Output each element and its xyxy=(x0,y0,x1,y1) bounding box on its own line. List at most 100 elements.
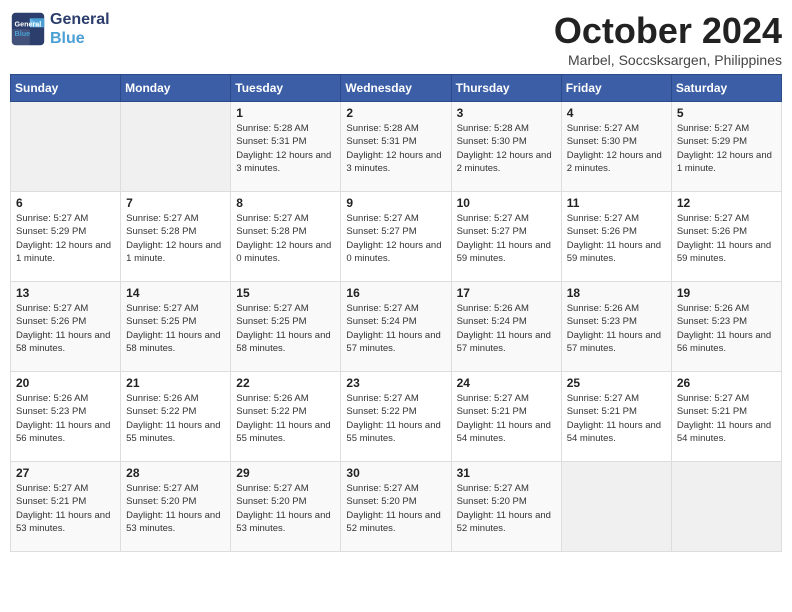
calendar-cell: 18 Sunrise: 5:26 AM Sunset: 5:23 PM Dayli… xyxy=(561,282,671,372)
calendar-cell: 1 Sunrise: 5:28 AM Sunset: 5:31 PM Daylig… xyxy=(231,102,341,192)
weekday-header-monday: Monday xyxy=(121,75,231,102)
calendar-cell xyxy=(671,462,781,552)
day-info: Sunrise: 5:27 AM Sunset: 5:21 PM Dayligh… xyxy=(677,392,776,445)
logo-general: General xyxy=(50,10,110,29)
day-number: 13 xyxy=(16,286,115,300)
day-number: 5 xyxy=(677,106,776,120)
day-info: Sunrise: 5:27 AM Sunset: 5:28 PM Dayligh… xyxy=(126,212,225,265)
calendar-week-2: 6 Sunrise: 5:27 AM Sunset: 5:29 PM Daylig… xyxy=(11,192,782,282)
calendar-cell: 25 Sunrise: 5:27 AM Sunset: 5:21 PM Dayli… xyxy=(561,372,671,462)
day-number: 24 xyxy=(457,376,556,390)
day-number: 22 xyxy=(236,376,335,390)
day-number: 17 xyxy=(457,286,556,300)
calendar-cell: 16Sunrise: 5:27 AM Sunset: 5:24 PM Dayli… xyxy=(341,282,451,372)
day-number: 4 xyxy=(567,106,666,120)
weekday-header-thursday: Thursday xyxy=(451,75,561,102)
calendar-cell: 6 Sunrise: 5:27 AM Sunset: 5:29 PM Daylig… xyxy=(11,192,121,282)
day-info: Sunrise: 5:27 AM Sunset: 5:26 PM Dayligh… xyxy=(677,212,776,265)
day-number: 31 xyxy=(457,466,556,480)
calendar-cell: 4 Sunrise: 5:27 AM Sunset: 5:30 PM Daylig… xyxy=(561,102,671,192)
day-number: 1 xyxy=(236,106,335,120)
day-number: 14 xyxy=(126,286,225,300)
calendar-table: SundayMondayTuesdayWednesdayThursdayFrid… xyxy=(10,74,782,552)
day-info: Sunrise: 5:26 AM Sunset: 5:23 PM Dayligh… xyxy=(567,302,666,355)
calendar-week-5: 27 Sunrise: 5:27 AM Sunset: 5:21 PM Dayli… xyxy=(11,462,782,552)
day-info: Sunrise: 5:27 AM Sunset: 5:20 PM Dayligh… xyxy=(236,482,335,535)
calendar-cell: 31 Sunrise: 5:27 AM Sunset: 5:20 PM Dayli… xyxy=(451,462,561,552)
calendar-week-4: 20 Sunrise: 5:26 AM Sunset: 5:23 PM Dayli… xyxy=(11,372,782,462)
calendar-cell: 20 Sunrise: 5:26 AM Sunset: 5:23 PM Dayli… xyxy=(11,372,121,462)
day-info: Sunrise: 5:27 AM Sunset: 5:28 PM Dayligh… xyxy=(236,212,335,265)
calendar-week-1: 1 Sunrise: 5:28 AM Sunset: 5:31 PM Daylig… xyxy=(11,102,782,192)
day-number: 28 xyxy=(126,466,225,480)
calendar-cell: 17 Sunrise: 5:26 AM Sunset: 5:24 PM Dayli… xyxy=(451,282,561,372)
day-number: 15 xyxy=(236,286,335,300)
calendar-cell: 23Sunrise: 5:27 AM Sunset: 5:22 PM Dayli… xyxy=(341,372,451,462)
calendar-cell: 12 Sunrise: 5:27 AM Sunset: 5:26 PM Dayli… xyxy=(671,192,781,282)
day-info: Sunrise: 5:28 AM Sunset: 5:31 PM Dayligh… xyxy=(236,122,335,175)
day-info: Sunrise: 5:26 AM Sunset: 5:23 PM Dayligh… xyxy=(677,302,776,355)
calendar-cell xyxy=(11,102,121,192)
calendar-cell: 27 Sunrise: 5:27 AM Sunset: 5:21 PM Dayli… xyxy=(11,462,121,552)
weekday-header-wednesday: Wednesday xyxy=(341,75,451,102)
calendar-cell: 19 Sunrise: 5:26 AM Sunset: 5:23 PM Dayli… xyxy=(671,282,781,372)
calendar-cell xyxy=(121,102,231,192)
calendar-cell: 24 Sunrise: 5:27 AM Sunset: 5:21 PM Dayli… xyxy=(451,372,561,462)
day-number: 23 xyxy=(346,376,445,390)
calendar-cell: 21 Sunrise: 5:26 AM Sunset: 5:22 PM Dayli… xyxy=(121,372,231,462)
calendar-cell: 30Sunrise: 5:27 AM Sunset: 5:20 PM Dayli… xyxy=(341,462,451,552)
day-info: Sunrise: 5:26 AM Sunset: 5:24 PM Dayligh… xyxy=(457,302,556,355)
day-number: 21 xyxy=(126,376,225,390)
day-number: 18 xyxy=(567,286,666,300)
day-number: 20 xyxy=(16,376,115,390)
day-number: 11 xyxy=(567,196,666,210)
title-area: October 2024 Marbel, Soccsksargen, Phili… xyxy=(554,10,782,68)
calendar-cell: 28 Sunrise: 5:27 AM Sunset: 5:20 PM Dayli… xyxy=(121,462,231,552)
calendar-cell: 26Sunrise: 5:27 AM Sunset: 5:21 PM Dayli… xyxy=(671,372,781,462)
logo: General Blue General Blue xyxy=(10,10,110,48)
svg-text:Blue: Blue xyxy=(15,29,31,38)
day-number: 2 xyxy=(346,106,445,120)
day-info: Sunrise: 5:27 AM Sunset: 5:20 PM Dayligh… xyxy=(457,482,556,535)
logo-icon: General Blue xyxy=(10,11,46,47)
calendar-cell xyxy=(561,462,671,552)
calendar-cell: 7 Sunrise: 5:27 AM Sunset: 5:28 PM Daylig… xyxy=(121,192,231,282)
logo-blue: Blue xyxy=(50,29,110,48)
day-info: Sunrise: 5:27 AM Sunset: 5:21 PM Dayligh… xyxy=(457,392,556,445)
day-number: 12 xyxy=(677,196,776,210)
day-number: 29 xyxy=(236,466,335,480)
day-number: 6 xyxy=(16,196,115,210)
day-number: 25 xyxy=(567,376,666,390)
day-info: Sunrise: 5:27 AM Sunset: 5:24 PM Dayligh… xyxy=(346,302,445,355)
day-info: Sunrise: 5:27 AM Sunset: 5:29 PM Dayligh… xyxy=(16,212,115,265)
day-number: 27 xyxy=(16,466,115,480)
location-subtitle: Marbel, Soccsksargen, Philippines xyxy=(554,52,782,68)
day-info: Sunrise: 5:26 AM Sunset: 5:22 PM Dayligh… xyxy=(126,392,225,445)
calendar-cell: 9Sunrise: 5:27 AM Sunset: 5:27 PM Daylig… xyxy=(341,192,451,282)
weekday-header-friday: Friday xyxy=(561,75,671,102)
calendar-cell: 10Sunrise: 5:27 AM Sunset: 5:27 PM Dayli… xyxy=(451,192,561,282)
day-info: Sunrise: 5:27 AM Sunset: 5:21 PM Dayligh… xyxy=(16,482,115,535)
weekday-header-sunday: Sunday xyxy=(11,75,121,102)
day-info: Sunrise: 5:27 AM Sunset: 5:27 PM Dayligh… xyxy=(346,212,445,265)
page-header: General Blue General Blue October 2024 M… xyxy=(10,10,782,68)
day-info: Sunrise: 5:27 AM Sunset: 5:20 PM Dayligh… xyxy=(346,482,445,535)
svg-text:General: General xyxy=(15,19,42,28)
day-info: Sunrise: 5:27 AM Sunset: 5:25 PM Dayligh… xyxy=(126,302,225,355)
day-info: Sunrise: 5:27 AM Sunset: 5:29 PM Dayligh… xyxy=(677,122,776,175)
weekday-header-saturday: Saturday xyxy=(671,75,781,102)
day-number: 3 xyxy=(457,106,556,120)
day-info: Sunrise: 5:27 AM Sunset: 5:30 PM Dayligh… xyxy=(567,122,666,175)
calendar-week-3: 13Sunrise: 5:27 AM Sunset: 5:26 PM Dayli… xyxy=(11,282,782,372)
day-info: Sunrise: 5:28 AM Sunset: 5:31 PM Dayligh… xyxy=(346,122,445,175)
day-number: 7 xyxy=(126,196,225,210)
day-info: Sunrise: 5:28 AM Sunset: 5:30 PM Dayligh… xyxy=(457,122,556,175)
day-info: Sunrise: 5:27 AM Sunset: 5:20 PM Dayligh… xyxy=(126,482,225,535)
day-number: 19 xyxy=(677,286,776,300)
calendar-cell: 15 Sunrise: 5:27 AM Sunset: 5:25 PM Dayli… xyxy=(231,282,341,372)
day-info: Sunrise: 5:27 AM Sunset: 5:25 PM Dayligh… xyxy=(236,302,335,355)
day-info: Sunrise: 5:27 AM Sunset: 5:26 PM Dayligh… xyxy=(567,212,666,265)
day-info: Sunrise: 5:26 AM Sunset: 5:23 PM Dayligh… xyxy=(16,392,115,445)
weekday-header-tuesday: Tuesday xyxy=(231,75,341,102)
day-info: Sunrise: 5:27 AM Sunset: 5:21 PM Dayligh… xyxy=(567,392,666,445)
